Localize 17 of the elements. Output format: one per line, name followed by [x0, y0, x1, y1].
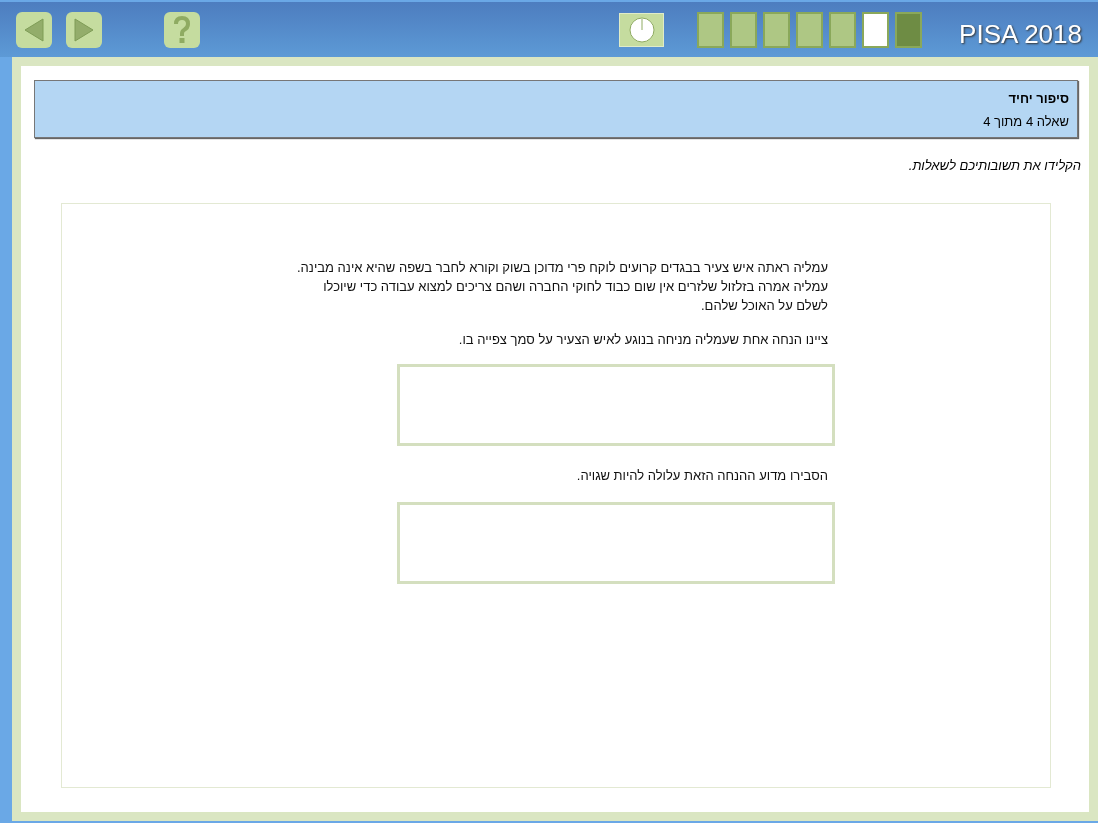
question-text: הסבירו מדוע ההנחה הזאת עלולה להיות שגויה.: [575, 466, 828, 485]
instruction-text: הקלידו את תשובותיכם לשאלות.: [908, 157, 1081, 175]
answer-box[interactable]: [397, 501, 835, 584]
passage-text: עמליה אמרה בזלזול שלזרים אין שום כבוד לחוקי החברה ושהם צריכים למצוא עבודה כדי שיוכלו לשלם על האוכל שלהם.: [322, 277, 828, 315]
help-button[interactable]: [164, 11, 200, 48]
question-text: ציינו הנחה אחת שעמליה מניחה בנוגע לאיש הצעיר על סמך צפייה בו.: [457, 330, 828, 349]
question-mark-icon: [173, 15, 191, 44]
question-counter: שאלה 4 מתוך 4: [982, 112, 1069, 131]
unit-title: סיפור יחיד: [1007, 90, 1069, 108]
forward-button[interactable]: [66, 11, 102, 48]
clock-icon: [628, 16, 655, 43]
passage-text: עמליה ראתה איש צעיר בבגדים קרועים לוקח פרי מדוכן בשוק וקורא לחבר בשפה שהיא אינה מבינה.: [296, 258, 828, 277]
left-triangle-icon: [23, 16, 45, 43]
back-button[interactable]: [16, 11, 52, 48]
right-triangle-icon: [73, 16, 95, 43]
brand-title: PISA 2018: [959, 18, 1082, 51]
answer-box[interactable]: [397, 363, 835, 446]
